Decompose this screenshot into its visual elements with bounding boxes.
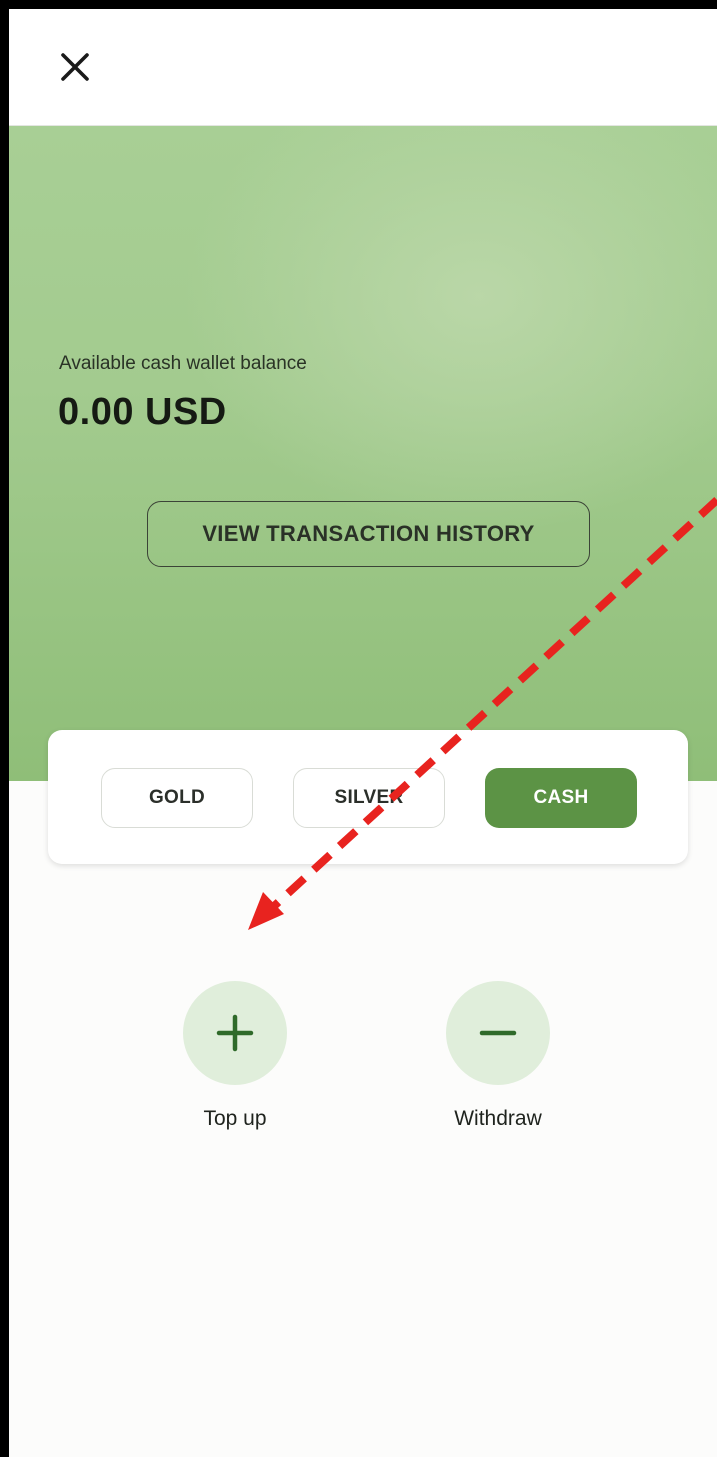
- segment-cash[interactable]: CASH: [485, 768, 637, 828]
- withdraw-circle[interactable]: [446, 981, 550, 1085]
- segment-gold[interactable]: GOLD: [101, 768, 253, 828]
- top-up-circle[interactable]: [183, 981, 287, 1085]
- top-up-label: Top up: [203, 1107, 267, 1130]
- balance-label: Available cash wallet balance: [59, 353, 307, 374]
- top-bar: [9, 9, 717, 126]
- top-up-button[interactable]: Top up: [160, 981, 310, 1131]
- close-button[interactable]: [55, 47, 95, 87]
- segment-silver[interactable]: SILVER: [293, 768, 445, 828]
- screen: Available cash wallet balance 0.00 USD V…: [9, 9, 717, 1457]
- plus-icon: [216, 1014, 254, 1052]
- asset-segment-control: GOLD SILVER CASH: [48, 730, 688, 864]
- withdraw-label: Withdraw: [454, 1107, 542, 1130]
- minus-icon: [479, 1030, 517, 1036]
- view-transaction-history-button[interactable]: VIEW TRANSACTION HISTORY: [147, 501, 590, 567]
- wallet-hero: [9, 126, 717, 781]
- withdraw-button[interactable]: Withdraw: [423, 981, 573, 1131]
- balance-value: 0.00 USD: [58, 391, 227, 433]
- close-icon: [61, 53, 89, 81]
